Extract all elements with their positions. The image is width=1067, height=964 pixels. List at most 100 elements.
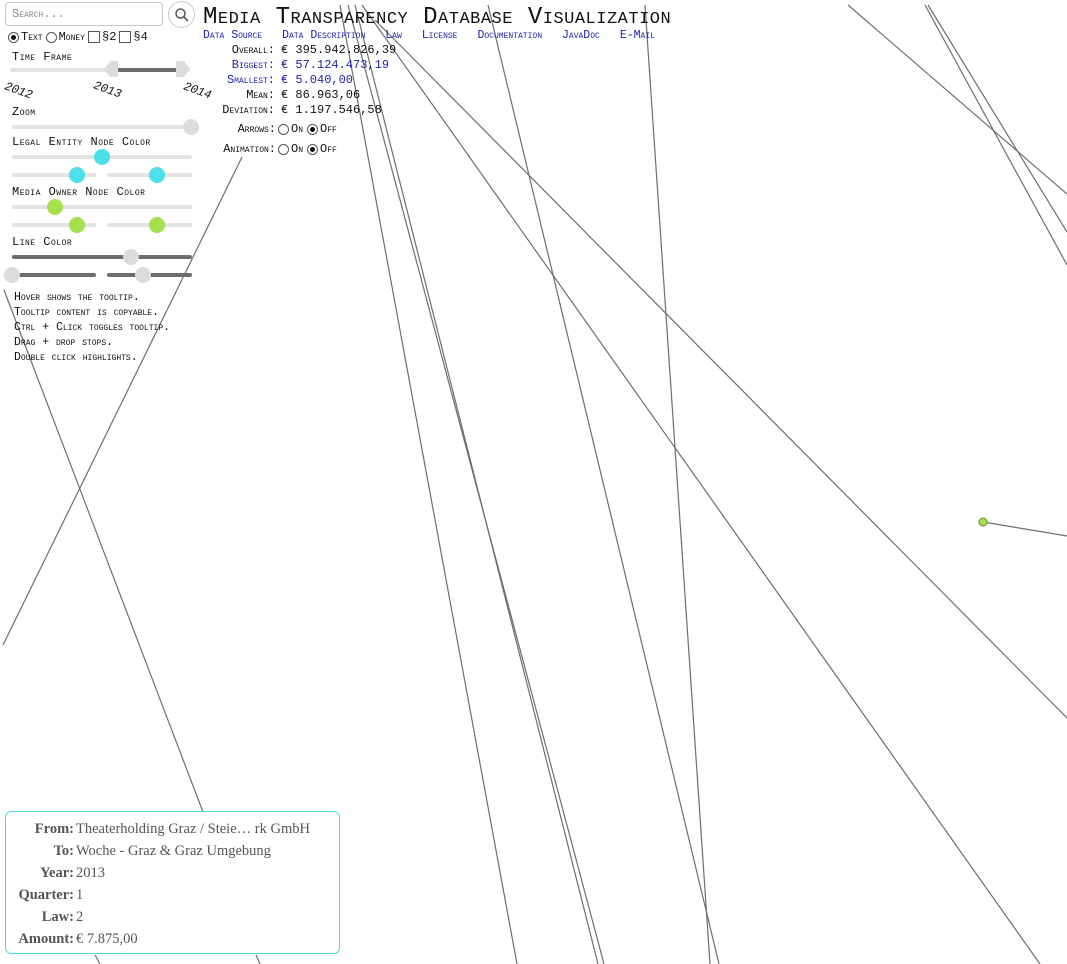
help-line: Hover shows the tooltip.: [14, 291, 140, 304]
tooltip-law-label: Law:: [41, 909, 74, 925]
smallest-label: Smallest:: [226, 73, 275, 87]
animation-label: Animation:: [223, 142, 276, 156]
animation-on-label: On: [291, 142, 304, 156]
text-radio-label: Text: [21, 30, 43, 44]
money-radio-label: Money: [58, 30, 86, 44]
nav-data-source[interactable]: Data Source: [203, 29, 262, 42]
deviation-label: Deviation:: [222, 103, 275, 117]
nav-data-description[interactable]: Data Description: [282, 29, 365, 42]
animation-off-radio[interactable]: [307, 143, 319, 155]
smallest-link[interactable]: Smallest: € 5.040,00: [203, 73, 396, 88]
animation-on-radio[interactable]: [278, 143, 289, 155]
tooltip-to-value: Woche - Graz & Graz Umgebung: [76, 843, 271, 859]
nav-documentation[interactable]: Documentation: [477, 29, 542, 42]
overall-label: Overall:: [231, 43, 275, 57]
graph-edge: [644, 4, 711, 964]
money-radio[interactable]: [45, 31, 57, 43]
statistics-panel: Overall: € 395.942.826,39 Biggest: € 57.…: [203, 43, 396, 118]
tooltip-quarter-value: 1: [76, 887, 84, 903]
media-owner-color-label: Media Owner Node Color: [12, 185, 146, 199]
para4-checkbox[interactable]: [119, 31, 132, 43]
arrows-on-radio[interactable]: [278, 123, 289, 135]
legal-entity-lightness-handle[interactable]: [149, 167, 165, 183]
graph-edge: [3, 289, 204, 813]
help-line: Ctrl + Click toggles tooltip.: [14, 321, 171, 334]
arrows-label: Arrows:: [237, 122, 276, 136]
media-owner-hue-track[interactable]: [12, 205, 192, 209]
line-hue-handle[interactable]: [123, 249, 139, 265]
nav-javadoc[interactable]: JavaDoc: [562, 29, 600, 42]
top-nav: Data Source Data Description Law License…: [203, 29, 655, 42]
zoom-slider-handle[interactable]: [183, 119, 199, 135]
graph-edge: [354, 4, 599, 964]
media-owner-hue-handle[interactable]: [47, 199, 63, 215]
legal-entity-saturation-handle[interactable]: [69, 167, 85, 183]
mean-value: € 86.963,06: [281, 88, 361, 102]
graph-node-media-owner: [978, 517, 988, 527]
graph-edge: [487, 4, 720, 964]
tooltip-year-label: Year:: [40, 865, 74, 881]
arrows-off-radio[interactable]: [307, 123, 319, 135]
graph-edge: [339, 4, 518, 964]
text-radio[interactable]: [8, 31, 19, 43]
smallest-value: € 5.040,00: [281, 73, 354, 87]
mode-selector: Text Money §2 §4: [8, 30, 151, 44]
animation-option: Animation: On Off: [203, 142, 337, 156]
tooltip-amount-value: € 7.875,00: [76, 931, 138, 947]
help-text: Hover shows the tooltip. Tooltip content…: [14, 290, 170, 365]
graph-edge: [374, 19, 1067, 719]
tooltip-to-label: To:: [53, 843, 74, 859]
arrows-option: Arrows: On Off: [203, 122, 337, 136]
animation-off-label: Off: [320, 142, 337, 156]
biggest-label: Biggest:: [231, 58, 275, 72]
nav-email[interactable]: E-Mail: [620, 29, 655, 42]
zoom-label: Zoom: [12, 105, 36, 119]
graph-edge: [982, 521, 1067, 537]
tooltip-quarter-label: Quarter:: [18, 887, 74, 903]
graph-edge: [361, 4, 1041, 964]
nav-law[interactable]: Law: [385, 29, 402, 42]
biggest-value: € 57.124.473,19: [281, 58, 390, 72]
tooltip-year-value: 2013: [76, 865, 105, 881]
graph-edge: [927, 4, 1067, 233]
zoom-track[interactable]: [12, 125, 190, 129]
arrows-on-label: On: [291, 122, 304, 136]
time-frame-start-handle[interactable]: [104, 61, 118, 77]
help-line: Double click highlights.: [14, 351, 138, 364]
overall-value: € 395.942.826,39: [281, 43, 397, 57]
para4-checkbox-label: §4: [133, 30, 148, 44]
search-icon: [174, 7, 189, 22]
line-saturation-handle[interactable]: [4, 267, 20, 283]
tooltip-from-label: From:: [34, 821, 74, 837]
graph-edge: [255, 954, 261, 964]
time-frame-range: [112, 68, 182, 72]
deviation-value: € 1.197.546,58: [281, 103, 382, 117]
help-line: Tooltip content is copyable.: [14, 306, 159, 319]
legal-entity-color-label: Legal Entity Node Color: [12, 135, 151, 149]
line-lightness-handle[interactable]: [135, 267, 151, 283]
search-button[interactable]: [168, 1, 195, 28]
time-frame-label: Time Frame: [12, 50, 73, 64]
nav-license[interactable]: License: [422, 29, 458, 42]
help-line: Drag + drop stops.: [14, 336, 114, 349]
mean-label: Mean:: [246, 88, 275, 102]
tooltip-law-value: 2: [76, 909, 84, 925]
edge-tooltip[interactable]: From: Theaterholding Graz / Steie… rk Gm…: [5, 811, 340, 954]
para2-checkbox[interactable]: [88, 31, 101, 43]
search-input[interactable]: [5, 2, 163, 26]
line-saturation-track[interactable]: [12, 273, 96, 277]
time-frame-end-handle[interactable]: [176, 61, 190, 77]
line-color-label: Line Color: [12, 235, 73, 249]
graph-edge: [94, 954, 101, 964]
media-owner-saturation-handle[interactable]: [69, 217, 85, 233]
graph-edge: [2, 156, 243, 646]
graph-edge: [924, 4, 1067, 266]
graph-edge: [847, 4, 1067, 195]
para2-checkbox-label: §2: [102, 30, 117, 44]
legal-entity-hue-handle[interactable]: [94, 149, 110, 165]
biggest-link[interactable]: Biggest: € 57.124.473,19: [203, 58, 396, 73]
media-owner-lightness-handle[interactable]: [149, 217, 165, 233]
line-hue-track[interactable]: [12, 255, 192, 259]
tooltip-from-value: Theaterholding Graz / Steie… rk GmbH: [76, 821, 310, 837]
page-title: Media Transparency Database Visualizatio…: [203, 4, 672, 31]
